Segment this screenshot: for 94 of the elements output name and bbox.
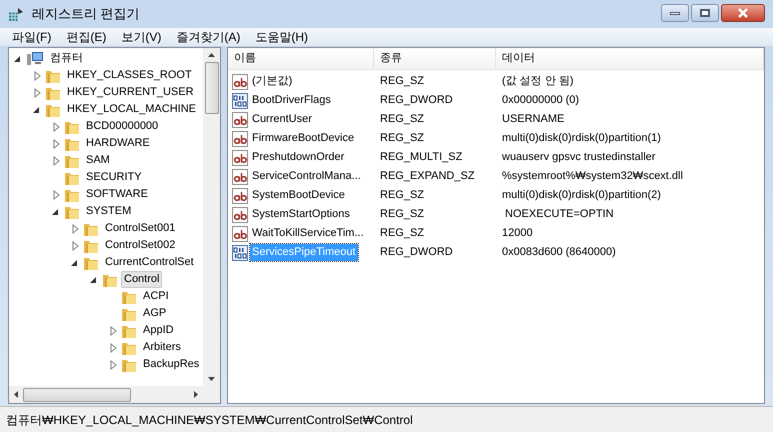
tree-item[interactable]: ControlSet002 xyxy=(102,237,178,254)
tree-item[interactable]: SAM xyxy=(83,152,113,169)
menu-item[interactable]: 즐겨찾기(A) xyxy=(176,28,240,46)
maximize-button[interactable] xyxy=(691,4,719,22)
string-value-icon xyxy=(232,130,248,146)
table-cell-text: 0x0083d600 (8640000) xyxy=(501,245,617,260)
tree-item[interactable]: 컴퓨터 xyxy=(47,50,86,67)
menu-item[interactable]: 파일(F) xyxy=(12,28,52,46)
horizontal-scrollbar[interactable] xyxy=(9,386,220,403)
table-cell-text: REG_SZ xyxy=(379,226,426,242)
value-name[interactable]: PreshutdownOrder xyxy=(250,149,346,166)
window-title: 레지스트리 편집기 xyxy=(32,5,140,24)
collapse-arrow-icon[interactable] xyxy=(70,258,80,268)
value-name[interactable]: ServiceControlMana... xyxy=(250,168,363,185)
string-value-icon xyxy=(232,226,248,242)
tree-item[interactable]: CurrentControlSet xyxy=(102,254,197,271)
expand-arrow-icon[interactable] xyxy=(32,70,42,80)
value-name[interactable]: SystemBootDevice xyxy=(250,187,347,204)
expand-arrow-icon[interactable] xyxy=(70,240,80,250)
tree-item[interactable]: HKEY_CURRENT_USER xyxy=(64,84,197,101)
tree-item[interactable]: HKEY_LOCAL_MACHINE xyxy=(64,101,199,118)
table-cell-text: REG_MULTI_SZ xyxy=(379,150,464,166)
close-icon xyxy=(737,8,749,18)
collapse-arrow-icon[interactable] xyxy=(89,274,99,284)
tree-item[interactable]: ControlSet001 xyxy=(102,220,178,237)
table-cell-text: REG_SZ xyxy=(379,112,426,128)
menu-item[interactable]: 편집(E) xyxy=(66,28,106,46)
table-cell-text: multi(0)disk(0)rdisk(0)partition(1) xyxy=(501,131,662,146)
table-cell-text: wuauserv gpsvc trustedinstaller xyxy=(501,150,656,166)
tree-item[interactable]: ACPI xyxy=(140,288,172,305)
table-cell-text: REG_SZ xyxy=(379,131,426,146)
string-value-icon xyxy=(232,74,248,90)
expand-arrow-icon[interactable] xyxy=(108,360,118,370)
value-name[interactable]: CurrentUser xyxy=(250,111,314,128)
table-cell-text: REG_EXPAND_SZ xyxy=(379,169,476,184)
expand-arrow-icon[interactable] xyxy=(108,342,118,352)
table-cell-text: REG_DWORD xyxy=(379,245,454,260)
table-cell-text: %systemroot%₩system32₩scext.dll xyxy=(501,169,684,184)
value-name[interactable]: WaitToKillServiceTim... xyxy=(250,225,366,242)
value-name[interactable]: BootDriverFlags xyxy=(250,92,333,109)
tree-item[interactable]: AppID xyxy=(140,322,177,339)
scrollbar-thumb[interactable] xyxy=(204,62,218,114)
table-cell-text: 12000 xyxy=(501,226,534,242)
column-header[interactable]: 데이터 xyxy=(496,48,764,69)
tree-item[interactable]: BCD00000000 xyxy=(83,118,162,135)
computer-icon xyxy=(26,50,44,66)
tree-item[interactable]: SECURITY xyxy=(83,169,145,186)
column-header[interactable]: 이름 xyxy=(228,48,374,69)
string-value-icon xyxy=(232,206,248,222)
value-name[interactable]: SystemStartOptions xyxy=(250,206,352,223)
collapse-arrow-icon[interactable] xyxy=(51,206,61,216)
table-cell-text: (값 설정 안 됨) xyxy=(501,74,574,90)
table-cell-text: REG_DWORD xyxy=(379,93,454,108)
table-cell-text: USERNAME xyxy=(501,112,566,128)
expand-arrow-icon[interactable] xyxy=(51,190,61,200)
expand-arrow-icon[interactable] xyxy=(108,326,118,336)
table-cell-text: NOEXECUTE=OPTIN xyxy=(504,207,615,222)
tree-item[interactable]: HARDWARE xyxy=(83,135,153,152)
table-cell-text: REG_SZ xyxy=(379,207,426,222)
expand-arrow-icon[interactable] xyxy=(51,122,61,132)
expand-arrow-icon[interactable] xyxy=(51,156,61,166)
tree-item[interactable]: Control xyxy=(121,271,162,288)
registry-editor-icon xyxy=(8,6,24,22)
binary-value-icon xyxy=(232,244,248,260)
vertical-scrollbar[interactable] xyxy=(203,48,220,386)
status-text: 컴퓨터₩HKEY_LOCAL_MACHINE₩SYSTEM₩CurrentControlSet₩Control xyxy=(6,412,413,428)
string-value-icon xyxy=(232,168,248,184)
tree-item[interactable]: HKEY_CLASSES_ROOT xyxy=(64,67,195,84)
table-cell-text: multi(0)disk(0)rdisk(0)partition(2) xyxy=(501,188,662,204)
collapse-arrow-icon[interactable] xyxy=(32,104,42,114)
table-cell-text: REG_SZ xyxy=(379,188,426,204)
value-name[interactable]: FirmwareBootDevice xyxy=(250,130,356,147)
tree-item[interactable]: SOFTWARE xyxy=(83,186,151,203)
table-cell-text: 0x00000000 (0) xyxy=(501,93,580,108)
string-value-icon xyxy=(232,112,248,128)
scrollbar-thumb[interactable] xyxy=(23,388,131,402)
expand-arrow-icon[interactable] xyxy=(70,224,80,234)
string-value-icon xyxy=(232,188,248,204)
menu-item[interactable]: 도움말(H) xyxy=(255,28,308,46)
menu-item[interactable]: 보기(V) xyxy=(121,28,162,46)
tree-item[interactable]: Arbiters xyxy=(140,339,184,356)
string-value-icon xyxy=(232,150,248,166)
value-name[interactable]: (기본값) xyxy=(250,73,294,90)
close-button[interactable] xyxy=(721,4,765,22)
expand-arrow-icon[interactable] xyxy=(51,138,61,148)
table-cell-text: REG_SZ xyxy=(379,74,426,90)
tree-item[interactable]: BackupRes xyxy=(140,356,202,373)
tree-item[interactable]: SYSTEM xyxy=(83,203,134,220)
tree-item[interactable]: AGP xyxy=(140,305,170,322)
collapse-arrow-icon[interactable] xyxy=(13,54,23,64)
minimize-button[interactable] xyxy=(661,4,689,22)
expand-arrow-icon[interactable] xyxy=(32,88,42,98)
binary-value-icon xyxy=(232,92,248,108)
column-header[interactable]: 종류 xyxy=(374,48,496,69)
